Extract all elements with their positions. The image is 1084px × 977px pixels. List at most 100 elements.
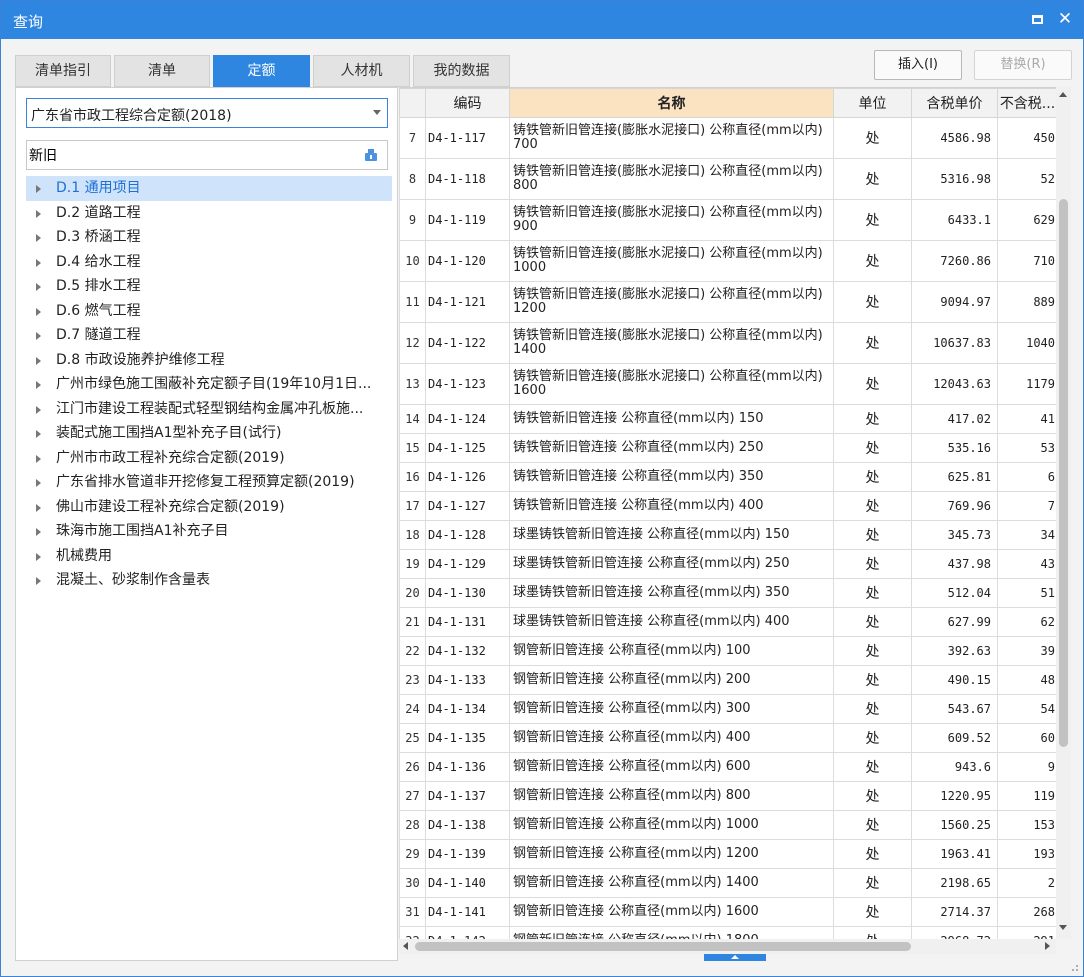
expand-arrow-icon[interactable]	[36, 503, 41, 512]
scroll-down-icon[interactable]	[1059, 925, 1067, 930]
tab-quota[interactable]: 定额	[213, 55, 310, 87]
scroll-up-icon[interactable]	[1059, 92, 1067, 97]
expand-arrow-icon[interactable]	[36, 479, 41, 487]
price-cell: 609.52	[911, 723, 998, 753]
tree-item[interactable]: D.4 给水工程	[26, 250, 392, 275]
column-header-unit[interactable]: 单位	[833, 88, 912, 118]
panel-splitter[interactable]	[704, 954, 766, 961]
expand-arrow-icon[interactable]	[36, 405, 41, 414]
row-index: 11	[399, 281, 426, 323]
close-button[interactable]: ✕	[1055, 9, 1075, 29]
insert-button[interactable]: 插入(I)	[874, 50, 962, 80]
table-row[interactable]: 30 D4-1-140 钢管新旧管连接 公称直径(mm以内) 1400 处 2198.6…	[399, 868, 1058, 898]
search-input[interactable]	[29, 145, 349, 165]
expand-arrow-icon[interactable]	[36, 209, 41, 218]
table-row[interactable]: 16 D4-1-126 铸铁管新旧管连接 公称直径(mm以内) 350 处 625.81…	[399, 462, 1058, 492]
tree-item[interactable]: 佛山市建设工程补充综合定额(2019)	[26, 495, 392, 520]
resize-grip-icon[interactable]	[1069, 962, 1079, 972]
tree-item[interactable]: D.5 排水工程	[26, 274, 392, 299]
tree-item[interactable]: D.6 燃气工程	[26, 299, 392, 324]
expand-arrow-icon[interactable]	[36, 258, 41, 267]
table-row[interactable]: 22 D4-1-132 钢管新旧管连接 公称直径(mm以内) 100 处 392.63 3…	[399, 636, 1058, 666]
tree-item[interactable]: 江门市建设工程装配式轻型钢结构金属冲孔板施...	[26, 397, 392, 422]
table-row[interactable]: 11 D4-1-121 铸铁管新旧管连接(膨胀水泥接口) 公称直径(mm以内) 12…	[399, 281, 1058, 323]
table-row[interactable]: 8 D4-1-118 铸铁管新旧管连接(膨胀水泥接口) 公称直径(mm以内) 800…	[399, 158, 1058, 200]
table-row[interactable]: 9 D4-1-119 铸铁管新旧管连接(膨胀水泥接口) 公称直径(mm以内) 900…	[399, 199, 1058, 241]
tab-labor-material[interactable]: 人材机	[313, 55, 410, 87]
table-row[interactable]: 29 D4-1-139 钢管新旧管连接 公称直径(mm以内) 1200 处 1963.4…	[399, 839, 1058, 869]
expand-arrow-icon[interactable]	[36, 356, 41, 365]
tree-item[interactable]: 广州市市政工程补充综合定额(2019)	[26, 446, 392, 471]
table-row[interactable]: 23 D4-1-133 钢管新旧管连接 公称直径(mm以内) 200 处 490.15 4…	[399, 665, 1058, 695]
horizontal-scroll-thumb[interactable]	[415, 942, 911, 951]
tree-item[interactable]: 混凝土、砂浆制作含量表	[26, 568, 392, 593]
price-cell: 943.6	[911, 752, 998, 782]
code-cell: D4-1-134	[425, 694, 510, 724]
expand-arrow-icon[interactable]	[36, 185, 41, 193]
column-header-price-ex-tax[interactable]: 不含税...	[997, 88, 1058, 118]
table-row[interactable]: 19 D4-1-129 球墨铸铁管新旧管连接 公称直径(mm以内) 250 处 437.…	[399, 549, 1058, 579]
tree-item[interactable]: D.8 市政设施养护维修工程	[26, 348, 392, 373]
expand-arrow-icon[interactable]	[36, 577, 41, 585]
table-row[interactable]: 26 D4-1-136 钢管新旧管连接 公称直径(mm以内) 600 处 943.6 9	[399, 752, 1058, 782]
column-header-code[interactable]: 编码	[425, 88, 510, 118]
expand-arrow-icon[interactable]	[36, 430, 41, 438]
replace-button[interactable]: 替换(R)	[974, 50, 1072, 80]
price-ex-tax-cell: 710	[997, 240, 1058, 282]
price-ex-tax-cell: 34	[997, 520, 1058, 550]
table-row[interactable]: 32D4-1-142钢管新旧管连接 公称直径(mm以内) 1800处2968.7…	[399, 926, 1058, 939]
scroll-right-icon[interactable]	[1045, 942, 1050, 950]
expand-arrow-icon[interactable]	[36, 234, 41, 242]
unit-cell: 处	[833, 199, 912, 241]
tab-my-data[interactable]: 我的数据	[413, 55, 510, 87]
title-bar[interactable]: 查询 ✕	[1, 1, 1083, 39]
table-row[interactable]: 17 D4-1-127 铸铁管新旧管连接 公称直径(mm以内) 400 处 769.96…	[399, 491, 1058, 521]
table-row[interactable]: 10 D4-1-120 铸铁管新旧管连接(膨胀水泥接口) 公称直径(mm以内) 10…	[399, 240, 1058, 282]
vertical-scroll-thumb[interactable]	[1059, 199, 1068, 747]
table-row[interactable]: 15 D4-1-125 铸铁管新旧管连接 公称直径(mm以内) 250 处 535.16…	[399, 433, 1058, 463]
tree-item[interactable]: D.1 通用项目	[26, 176, 392, 201]
tree-item[interactable]: 珠海市施工围挡A1补充子目	[26, 519, 392, 544]
tree-item[interactable]: 装配式施工围挡A1型补充子目(试行)	[26, 421, 392, 446]
table-row[interactable]: 12 D4-1-122 铸铁管新旧管连接(膨胀水泥接口) 公称直径(mm以内) 14…	[399, 322, 1058, 364]
row-index: 25	[399, 723, 426, 753]
expand-arrow-icon[interactable]	[36, 454, 41, 463]
tree-item[interactable]: 机械费用	[26, 544, 392, 569]
table-row[interactable]: 28 D4-1-138 钢管新旧管连接 公称直径(mm以内) 1000 处 1560.2…	[399, 810, 1058, 840]
column-header-price[interactable]: 含税单价	[911, 88, 998, 118]
restore-button[interactable]	[1027, 9, 1047, 29]
search-filter-icon[interactable]	[363, 147, 379, 163]
scroll-left-icon[interactable]	[403, 942, 408, 950]
tab-bill-guide[interactable]: 清单指引	[15, 55, 111, 87]
expand-arrow-icon[interactable]	[36, 528, 41, 536]
tree-item[interactable]: 广州市绿色施工围蔽补充定额子目(19年10月1日...	[26, 372, 392, 397]
price-ex-tax-cell: 51	[997, 578, 1058, 608]
tree-item[interactable]: D.7 隧道工程	[26, 323, 392, 348]
price-ex-tax-cell: 153	[997, 810, 1058, 840]
table-row[interactable]: 14 D4-1-124 铸铁管新旧管连接 公称直径(mm以内) 150 处 417.02…	[399, 404, 1058, 434]
expand-arrow-icon[interactable]	[36, 307, 41, 316]
expand-arrow-icon[interactable]	[36, 332, 41, 340]
table-row[interactable]: 18 D4-1-128 球墨铸铁管新旧管连接 公称直径(mm以内) 150 处 345.…	[399, 520, 1058, 550]
table-row[interactable]: 27 D4-1-137 钢管新旧管连接 公称直径(mm以内) 800 处 1220.95…	[399, 781, 1058, 811]
table-row[interactable]: 31 D4-1-141 钢管新旧管连接 公称直径(mm以内) 1600 处 2714.3…	[399, 897, 1058, 927]
row-index: 31	[399, 897, 426, 927]
table-row[interactable]: 25 D4-1-135 钢管新旧管连接 公称直径(mm以内) 400 处 609.52 6…	[399, 723, 1058, 753]
table-row[interactable]: 20 D4-1-130 球墨铸铁管新旧管连接 公称直径(mm以内) 350 处 512.…	[399, 578, 1058, 608]
tree-item-label: 广东省排水管道非开挖修复工程预算定额(2019)	[56, 474, 355, 490]
expand-arrow-icon[interactable]	[36, 381, 41, 389]
vertical-scrollbar[interactable]	[1056, 87, 1071, 939]
tree-item[interactable]: D.3 桥涵工程	[26, 225, 392, 250]
tree-item[interactable]: D.2 道路工程	[26, 201, 392, 226]
expand-arrow-icon[interactable]	[36, 552, 41, 561]
expand-arrow-icon[interactable]	[36, 283, 41, 291]
table-row[interactable]: 7 D4-1-117 铸铁管新旧管连接(膨胀水泥接口) 公称直径(mm以内) 700…	[399, 117, 1058, 159]
tree-item[interactable]: 广东省排水管道非开挖修复工程预算定额(2019)	[26, 470, 392, 495]
tab-bill[interactable]: 清单	[114, 55, 210, 87]
column-header-name[interactable]: 名称	[509, 88, 834, 118]
table-row[interactable]: 13 D4-1-123 铸铁管新旧管连接(膨胀水泥接口) 公称直径(mm以内) 16…	[399, 363, 1058, 405]
library-select[interactable]: 广东省市政工程综合定额(2018)	[26, 98, 388, 128]
table-row[interactable]: 24 D4-1-134 钢管新旧管连接 公称直径(mm以内) 300 处 543.67 5…	[399, 694, 1058, 724]
horizontal-scrollbar[interactable]	[399, 939, 1056, 954]
table-row[interactable]: 21 D4-1-131 球墨铸铁管新旧管连接 公称直径(mm以内) 400 处 627.…	[399, 607, 1058, 637]
